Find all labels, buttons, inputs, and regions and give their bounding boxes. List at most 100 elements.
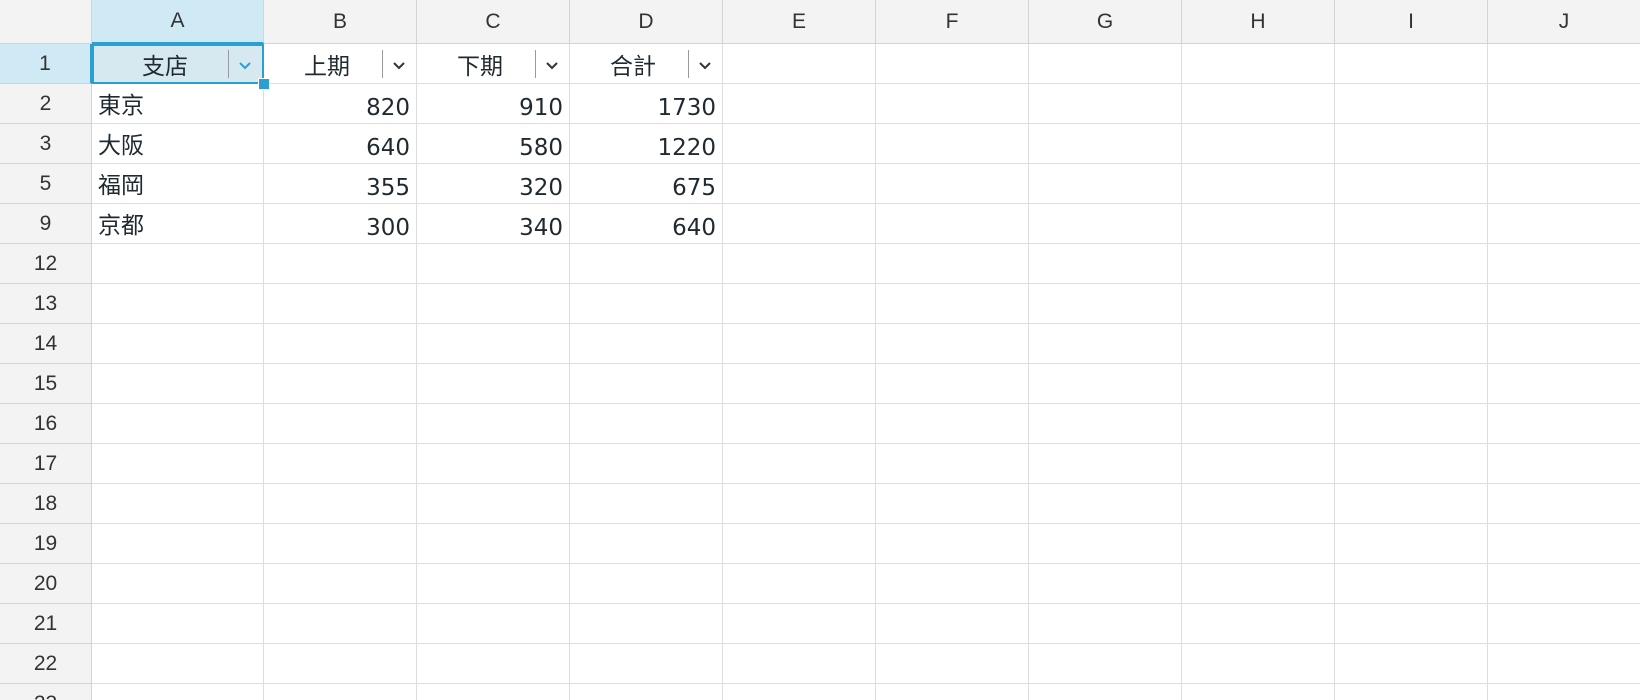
cell-a17[interactable] [92,444,264,484]
row-header-14[interactable]: 14 [0,324,92,364]
cell-e18[interactable] [723,484,876,524]
cell-g23[interactable] [1029,684,1182,700]
cell-a23[interactable] [92,684,264,700]
cell-h14[interactable] [1182,324,1335,364]
cell-g16[interactable] [1029,404,1182,444]
row-header-3[interactable]: 3 [0,124,92,164]
cell-f14[interactable] [876,324,1029,364]
cell-f12[interactable] [876,244,1029,284]
cell-a5[interactable]: 福岡 [92,164,264,204]
cell-b2[interactable]: 820 [264,84,417,124]
row-header-18[interactable]: 18 [0,484,92,524]
cell-f1[interactable] [876,44,1029,84]
cell-g20[interactable] [1029,564,1182,604]
cell-c3[interactable]: 580 [417,124,570,164]
cell-c19[interactable] [417,524,570,564]
column-header-g[interactable]: G [1029,0,1182,44]
cell-e12[interactable] [723,244,876,284]
cell-g13[interactable] [1029,284,1182,324]
cell-g18[interactable] [1029,484,1182,524]
cell-a12[interactable] [92,244,264,284]
cell-h9[interactable] [1182,204,1335,244]
row-header-16[interactable]: 16 [0,404,92,444]
header-cell-b[interactable]: 上期 [264,44,417,84]
cell-h3[interactable] [1182,124,1335,164]
cell-e5[interactable] [723,164,876,204]
cell-i16[interactable] [1335,404,1488,444]
cell-j21[interactable] [1488,604,1640,644]
row-header-17[interactable]: 17 [0,444,92,484]
cell-e19[interactable] [723,524,876,564]
cell-e2[interactable] [723,84,876,124]
row-header-2[interactable]: 2 [0,84,92,124]
cell-a14[interactable] [92,324,264,364]
cell-j18[interactable] [1488,484,1640,524]
cell-g2[interactable] [1029,84,1182,124]
cell-a20[interactable] [92,564,264,604]
cell-i9[interactable] [1335,204,1488,244]
cell-c23[interactable] [417,684,570,700]
cell-c21[interactable] [417,604,570,644]
cell-i18[interactable] [1335,484,1488,524]
cell-h12[interactable] [1182,244,1335,284]
cell-i2[interactable] [1335,84,1488,124]
cell-h2[interactable] [1182,84,1335,124]
cell-a18[interactable] [92,484,264,524]
cell-a19[interactable] [92,524,264,564]
cell-h18[interactable] [1182,484,1335,524]
cell-d16[interactable] [570,404,723,444]
cell-d22[interactable] [570,644,723,684]
column-header-f[interactable]: F [876,0,1029,44]
cell-f5[interactable] [876,164,1029,204]
cell-i14[interactable] [1335,324,1488,364]
cell-c20[interactable] [417,564,570,604]
cell-b9[interactable]: 300 [264,204,417,244]
cell-b22[interactable] [264,644,417,684]
cell-e15[interactable] [723,364,876,404]
fill-handle[interactable] [258,78,270,90]
cell-c15[interactable] [417,364,570,404]
cell-b5[interactable]: 355 [264,164,417,204]
cell-i21[interactable] [1335,604,1488,644]
cell-b19[interactable] [264,524,417,564]
cell-d3[interactable]: 1220 [570,124,723,164]
cell-d14[interactable] [570,324,723,364]
cell-g5[interactable] [1029,164,1182,204]
cell-b13[interactable] [264,284,417,324]
cell-f19[interactable] [876,524,1029,564]
filter-dropdown-button[interactable] [535,49,563,78]
cell-f3[interactable] [876,124,1029,164]
cell-f9[interactable] [876,204,1029,244]
cell-b21[interactable] [264,604,417,644]
cell-e20[interactable] [723,564,876,604]
cell-h16[interactable] [1182,404,1335,444]
cell-h5[interactable] [1182,164,1335,204]
cell-g12[interactable] [1029,244,1182,284]
cell-g14[interactable] [1029,324,1182,364]
row-header-1[interactable]: 1 [0,44,92,84]
cell-g21[interactable] [1029,604,1182,644]
cell-c13[interactable] [417,284,570,324]
cell-a2[interactable]: 東京 [92,84,264,124]
cell-d17[interactable] [570,444,723,484]
cell-d20[interactable] [570,564,723,604]
cell-b23[interactable] [264,684,417,700]
column-header-b[interactable]: B [264,0,417,44]
filter-dropdown-button[interactable] [688,49,716,78]
cell-b3[interactable]: 640 [264,124,417,164]
cell-i1[interactable] [1335,44,1488,84]
cell-e21[interactable] [723,604,876,644]
cell-e22[interactable] [723,644,876,684]
cell-d19[interactable] [570,524,723,564]
cell-f18[interactable] [876,484,1029,524]
column-header-e[interactable]: E [723,0,876,44]
cell-c22[interactable] [417,644,570,684]
cell-h1[interactable] [1182,44,1335,84]
cell-d21[interactable] [570,604,723,644]
cell-a15[interactable] [92,364,264,404]
cell-c14[interactable] [417,324,570,364]
cell-i17[interactable] [1335,444,1488,484]
cell-a9[interactable]: 京都 [92,204,264,244]
cell-i5[interactable] [1335,164,1488,204]
cell-f16[interactable] [876,404,1029,444]
